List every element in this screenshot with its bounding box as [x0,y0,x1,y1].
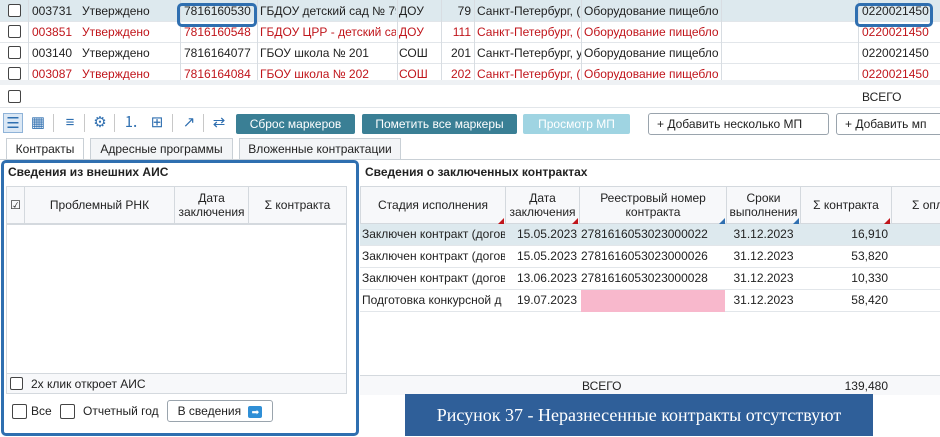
cell-object: Оборудование пищебло [584,4,718,18]
cell-type: ДОУ [399,4,424,18]
cell-registry-number: 2781616053023000026 [581,249,708,263]
header-registry-number[interactable]: Реестровый номер контракта [579,186,727,224]
cell-name: ГБОУ школа № 201 [260,46,369,60]
cell-object: Оборудование пищебло [584,46,718,60]
applications-table: 003731 Утверждено 7816160530 ГБДОУ детский … [0,0,940,108]
cell-address: Санкт-Петербург, у [477,46,581,60]
tab-nested-contracts[interactable]: Вложенные контрактации [239,138,401,159]
header-paid[interactable]: Σ опл [891,186,940,224]
cell-registry-number: 2781616053023000022 [581,227,708,241]
tab-address-programs[interactable]: Адресные программы [90,138,233,159]
plus-icon: + [845,117,853,131]
plus-icon: + [657,117,665,131]
inn-highlight [177,3,257,27]
row-checkbox[interactable] [8,25,21,38]
list-view-icon[interactable]: ☰ [3,113,23,133]
cell-name: ГБДОУ детский сад № 79 [260,4,396,18]
cell-inn: 7816164077 [184,46,251,60]
table-row[interactable]: 003851 Утверждено 7816160548 ГБДОУ ЦРР - де… [0,21,940,43]
cell-stage: Подготовка конкурсной д [362,293,502,307]
cell-date: 15.05.2023 [516,227,577,241]
cell-type: СОШ [399,46,428,60]
cell-registry-number: 2781616053023000028 [581,271,708,285]
external-ais-highlight [1,160,359,436]
view-mp-button[interactable]: Просмотр МП [523,114,630,134]
open-external-icon[interactable]: ↗ [179,113,199,133]
table-row[interactable]: Заключен контракт (догов 13.06.2023 278161… [360,268,940,290]
cell-term: 31.12.2023 [733,271,794,285]
add-several-mp-button[interactable]: + Добавить несколько МП [648,113,829,135]
cell-code: 0220021450 [862,46,929,60]
horizontal-scrollbar[interactable] [0,80,940,85]
header-sum[interactable]: Σ контракта [800,186,892,224]
cell-num: 201 [450,46,471,60]
reset-markers-button[interactable]: Сброс маркеров [236,114,355,134]
cell-status: Утверждено [82,4,150,18]
table-row[interactable]: 003140 Утверждено 7816164077 ГБОУ школа № 2… [0,42,940,64]
panel-title: Сведения о заключенных контрактах [365,165,588,179]
transfer-icon[interactable]: ⇄ [209,113,229,133]
header-term[interactable]: Сроки выполнения [726,186,801,224]
settings-gear-icon[interactable]: ⚙ [90,113,110,133]
table-total-row: ВСЕГО [0,86,940,108]
cell-stage: Заключен контракт (догов [362,227,505,241]
table-row[interactable]: Подготовка конкурсной д 19.07.2023 31.12.2… [360,290,940,312]
grid-toolbar: ☰ ▦ ≡ ⚙ ⒈ ⊞ ↗ ⇄ Сброс маркеров Пометить … [0,110,940,138]
cell-num: 79 [457,4,471,18]
cell-object: Оборудование пищебло [584,25,718,39]
select-all-checkbox[interactable] [8,90,21,103]
row-checkbox[interactable] [8,46,21,59]
tab-contracts[interactable]: Контракты [6,138,84,160]
numbered-list-icon[interactable]: ⒈ [121,113,141,133]
cell-sum: 58,420 [851,293,888,307]
cell-date: 13.06.2023 [516,271,577,285]
table-row[interactable]: Заключен контракт (догов 15.05.2023 278161… [360,246,940,268]
grid-view-icon[interactable]: ▦ [28,113,48,133]
row-checkbox[interactable] [8,67,21,80]
total-label: ВСЕГО [862,90,902,104]
cell-type: ДОУ [399,25,424,39]
cell-id: 003851 [32,25,73,39]
cell-address: Санкт-Петербург, ( [477,4,581,18]
table-row[interactable]: 003731 Утверждено 7816160530 ГБДОУ детский … [0,0,940,22]
cell-name: ГБДОУ ЦРР - детский сад [260,25,396,39]
cell-stage: Заключен контракт (догов [362,249,505,263]
mark-all-markers-button[interactable]: Пометить все маркеры [362,114,517,134]
add-several-mp-label: Добавить несколько МП [667,117,803,131]
cell-status: Утверждено [82,46,150,60]
cell-sum: 53,820 [851,249,888,263]
cell-date: 19.07.2023 [516,293,577,307]
contracts-total-row: ВСЕГО 139,480 [360,375,940,395]
cell-id: 003140 [32,46,73,60]
cell-term: 31.12.2023 [733,293,794,307]
filter-icon[interactable]: ≡ [60,113,80,133]
cell-date: 15.05.2023 [516,249,577,263]
cell-term: 31.12.2023 [733,227,794,241]
add-mp-label: Добавить мп [855,117,927,131]
cell-status: Утверждено [82,25,150,39]
figure-caption: Рисунок 37 - Неразнесенные контракты отс… [405,394,873,436]
cell-address: Санкт-Петербург, ( [477,25,581,39]
add-mp-button[interactable]: + Добавить мп [836,113,940,135]
table-row[interactable]: Заключен контракт (догов 15.05.2023 278161… [360,224,940,246]
cell-stage: Заключен контракт (догов [362,271,505,285]
add-row-icon[interactable]: ⊞ [147,113,167,133]
row-checkbox[interactable] [8,4,21,17]
cell-sum: 16,910 [851,227,888,241]
header-stage[interactable]: Стадия исполнения [360,186,506,224]
cell-sum: 10,330 [851,271,888,285]
header-date[interactable]: Дата заключения [505,186,580,224]
cell-num: 111 [452,25,471,39]
cell-registry-number [581,290,725,312]
cell-term: 31.12.2023 [733,249,794,263]
code-highlight [855,3,933,27]
cell-id: 003731 [32,4,73,18]
